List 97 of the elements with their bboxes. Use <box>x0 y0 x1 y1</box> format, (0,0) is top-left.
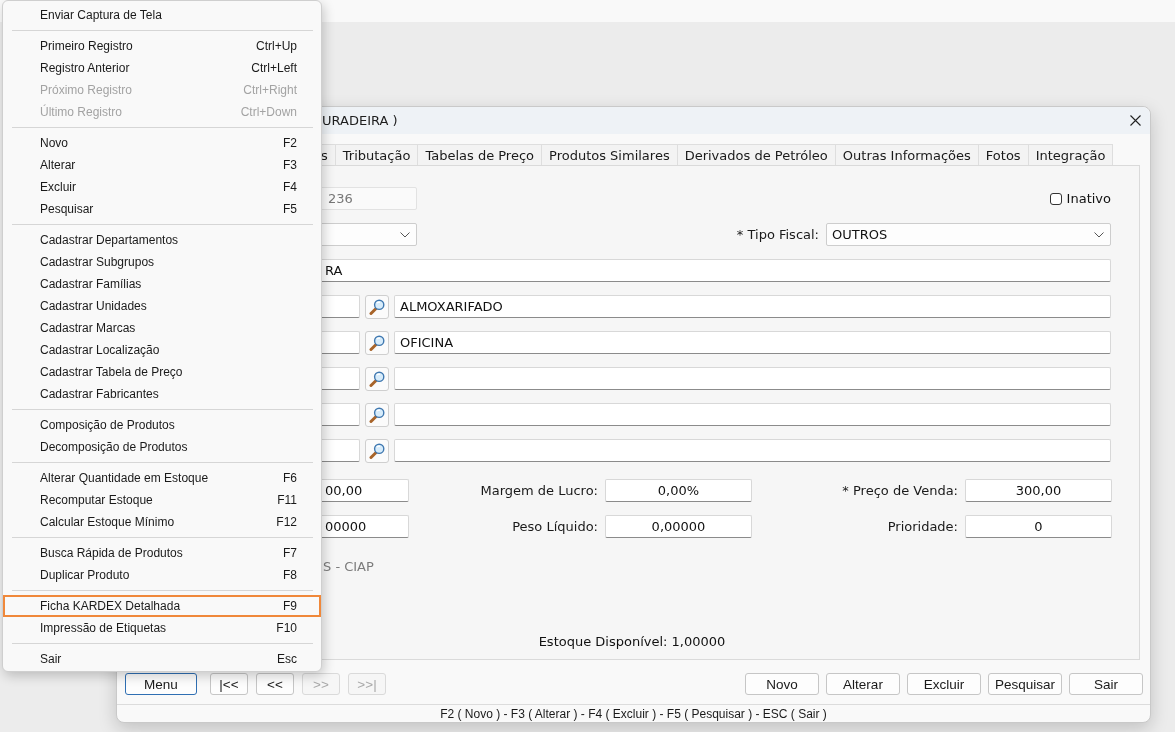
field-label: Prioridade: <box>886 519 959 534</box>
keyboard-shortcut: F9 <box>283 599 297 613</box>
menu-item[interactable]: Alterar Quantidade em Estoque F6 <box>3 467 321 489</box>
number-field[interactable]: 0 <box>965 515 1112 538</box>
menu-item[interactable]: Calcular Estoque Mínimo F12 <box>3 511 321 533</box>
nav-button[interactable]: |<< <box>210 673 248 695</box>
close-button[interactable] <box>1128 113 1142 128</box>
tab[interactable]: Outras Informações <box>834 144 979 165</box>
menu-item[interactable]: Cadastrar Unidades <box>3 295 321 317</box>
keyboard-shortcut: Ctrl+Down <box>240 105 297 119</box>
menu-item[interactable]: Cadastrar Famílias <box>3 273 321 295</box>
name-field[interactable] <box>394 403 1111 426</box>
action-button[interactable]: Alterar <box>826 673 900 695</box>
nav-button[interactable]: Menu <box>125 673 197 695</box>
field-label: Peso Líquido: <box>511 519 599 534</box>
name-field[interactable]: OFICINA <box>394 331 1111 354</box>
lookup-button[interactable] <box>365 438 389 463</box>
keyboard-shortcut: F7 <box>283 546 297 560</box>
menu-item[interactable]: Cadastrar Departamentos <box>3 229 321 251</box>
keyboard-shortcut: F3 <box>283 158 297 172</box>
field-label: Margem de Lucro: <box>479 483 599 498</box>
checkbox-label[interactable]: Inativo <box>1066 191 1111 206</box>
name-field[interactable]: ALMOXARIFADO <box>394 295 1111 318</box>
menu-item[interactable]: Ficha KARDEX Detalhada F9 <box>3 595 321 617</box>
keyboard-shortcut: Ctrl+Right <box>243 83 297 97</box>
keyboard-shortcut: F5 <box>283 202 297 216</box>
close-icon <box>1129 115 1141 126</box>
keyboard-shortcut: F4 <box>283 180 297 194</box>
code-field[interactable] <box>319 367 360 390</box>
tab[interactable]: Derivados de Petróleo <box>676 144 836 165</box>
keyboard-shortcut: F2 <box>283 136 297 150</box>
keyboard-shortcut: Ctrl+Left <box>251 61 297 75</box>
action-button[interactable]: Pesquisar <box>988 673 1062 695</box>
stock-available-text: Estoque Disponível: 1,00000 <box>538 634 726 649</box>
code-field[interactable] <box>319 295 360 318</box>
keyboard-shortcut: F11 <box>277 493 297 507</box>
keyboard-shortcut: F10 <box>276 621 297 635</box>
search-icon <box>369 334 385 351</box>
status-text: F2 ( Novo ) - F3 ( Alterar ) - F4 ( Excluir ) - F5 ( Pesquisar ) - ESC ( Sair ) <box>440 706 827 721</box>
code-field[interactable] <box>319 439 360 462</box>
menu-item[interactable]: Sair Esc <box>3 648 321 670</box>
lookup-button[interactable] <box>365 330 389 355</box>
menu-item[interactable]: Recomputar Estoque F11 <box>3 489 321 511</box>
nav-button[interactable]: << <box>256 673 294 695</box>
ciap-label: S - CIAP <box>322 559 374 574</box>
number-field[interactable]: 0,00% <box>605 479 752 502</box>
chevron-down-icon <box>400 231 410 238</box>
code-field[interactable] <box>319 331 360 354</box>
description-field[interactable]: RA <box>319 259 1111 282</box>
menu-item[interactable]: Cadastrar Tabela de Preço <box>3 361 321 383</box>
keyboard-shortcut: F12 <box>276 515 297 529</box>
menu-item[interactable]: Decomposição de Produtos <box>3 436 321 458</box>
name-field[interactable] <box>394 367 1111 390</box>
menu-item[interactable]: Registro Anterior Ctrl+Left <box>3 57 321 79</box>
menu-item[interactable]: Excluir F4 <box>3 176 321 198</box>
code-field[interactable] <box>319 403 360 426</box>
tab[interactable]: Integração <box>1027 144 1114 165</box>
search-icon <box>369 406 385 423</box>
keyboard-shortcut: Esc <box>277 652 297 666</box>
menu-item[interactable]: Pesquisar F5 <box>3 198 321 220</box>
search-icon <box>369 442 385 459</box>
menu-item[interactable]: Cadastrar Subgrupos <box>3 251 321 273</box>
keyboard-shortcut: F6 <box>283 471 297 485</box>
tab[interactable]: Produtos Similares <box>541 144 678 165</box>
search-icon <box>369 298 385 315</box>
lookup-button[interactable] <box>365 366 389 391</box>
number-field[interactable]: 300,00 <box>965 479 1112 502</box>
action-button[interactable]: Excluir <box>907 673 981 695</box>
chevron-down-icon <box>1094 231 1104 238</box>
menu-item[interactable]: Cadastrar Fabricantes <box>3 383 321 405</box>
menu-item[interactable]: Primeiro Registro Ctrl+Up <box>3 35 321 57</box>
field-label: * Tipo Fiscal: <box>736 227 819 242</box>
lookup-button[interactable] <box>365 402 389 427</box>
tab[interactable]: Fotos <box>977 144 1029 165</box>
action-button[interactable]: Sair <box>1069 673 1143 695</box>
window-title: URADEIRA ) <box>322 113 399 128</box>
menu-item[interactable]: Cadastrar Marcas <box>3 317 321 339</box>
menu-item[interactable]: Composição de Produtos <box>3 414 321 436</box>
keyboard-shortcut: Ctrl+Up <box>256 39 297 53</box>
number-field[interactable]: 0,00000 <box>605 515 752 538</box>
dropdown[interactable]: OUTROS <box>826 223 1111 246</box>
tab[interactable]: Tributação <box>334 144 419 165</box>
field-label: * Preço de Venda: <box>841 483 959 498</box>
search-icon <box>369 370 385 387</box>
checkbox[interactable] <box>1049 192 1062 205</box>
action-button[interactable]: Novo <box>745 673 819 695</box>
number-field[interactable]: 00000 <box>319 515 409 538</box>
number-field[interactable]: 00,00 <box>319 479 409 502</box>
menu-item[interactable]: Duplicar Produto F8 <box>3 564 321 586</box>
menu-item[interactable]: Enviar Captura de Tela <box>3 4 321 26</box>
menu-item[interactable]: Impressão de Etiquetas F10 <box>3 617 321 639</box>
lookup-button[interactable] <box>365 294 389 319</box>
menu-item[interactable]: Cadastrar Localização <box>3 339 321 361</box>
menu-item[interactable]: Busca Rápida de Produtos F7 <box>3 542 321 564</box>
keyboard-shortcut: F8 <box>283 568 297 582</box>
name-field[interactable] <box>394 439 1111 462</box>
tab[interactable]: Tabelas de Preço <box>417 144 543 165</box>
